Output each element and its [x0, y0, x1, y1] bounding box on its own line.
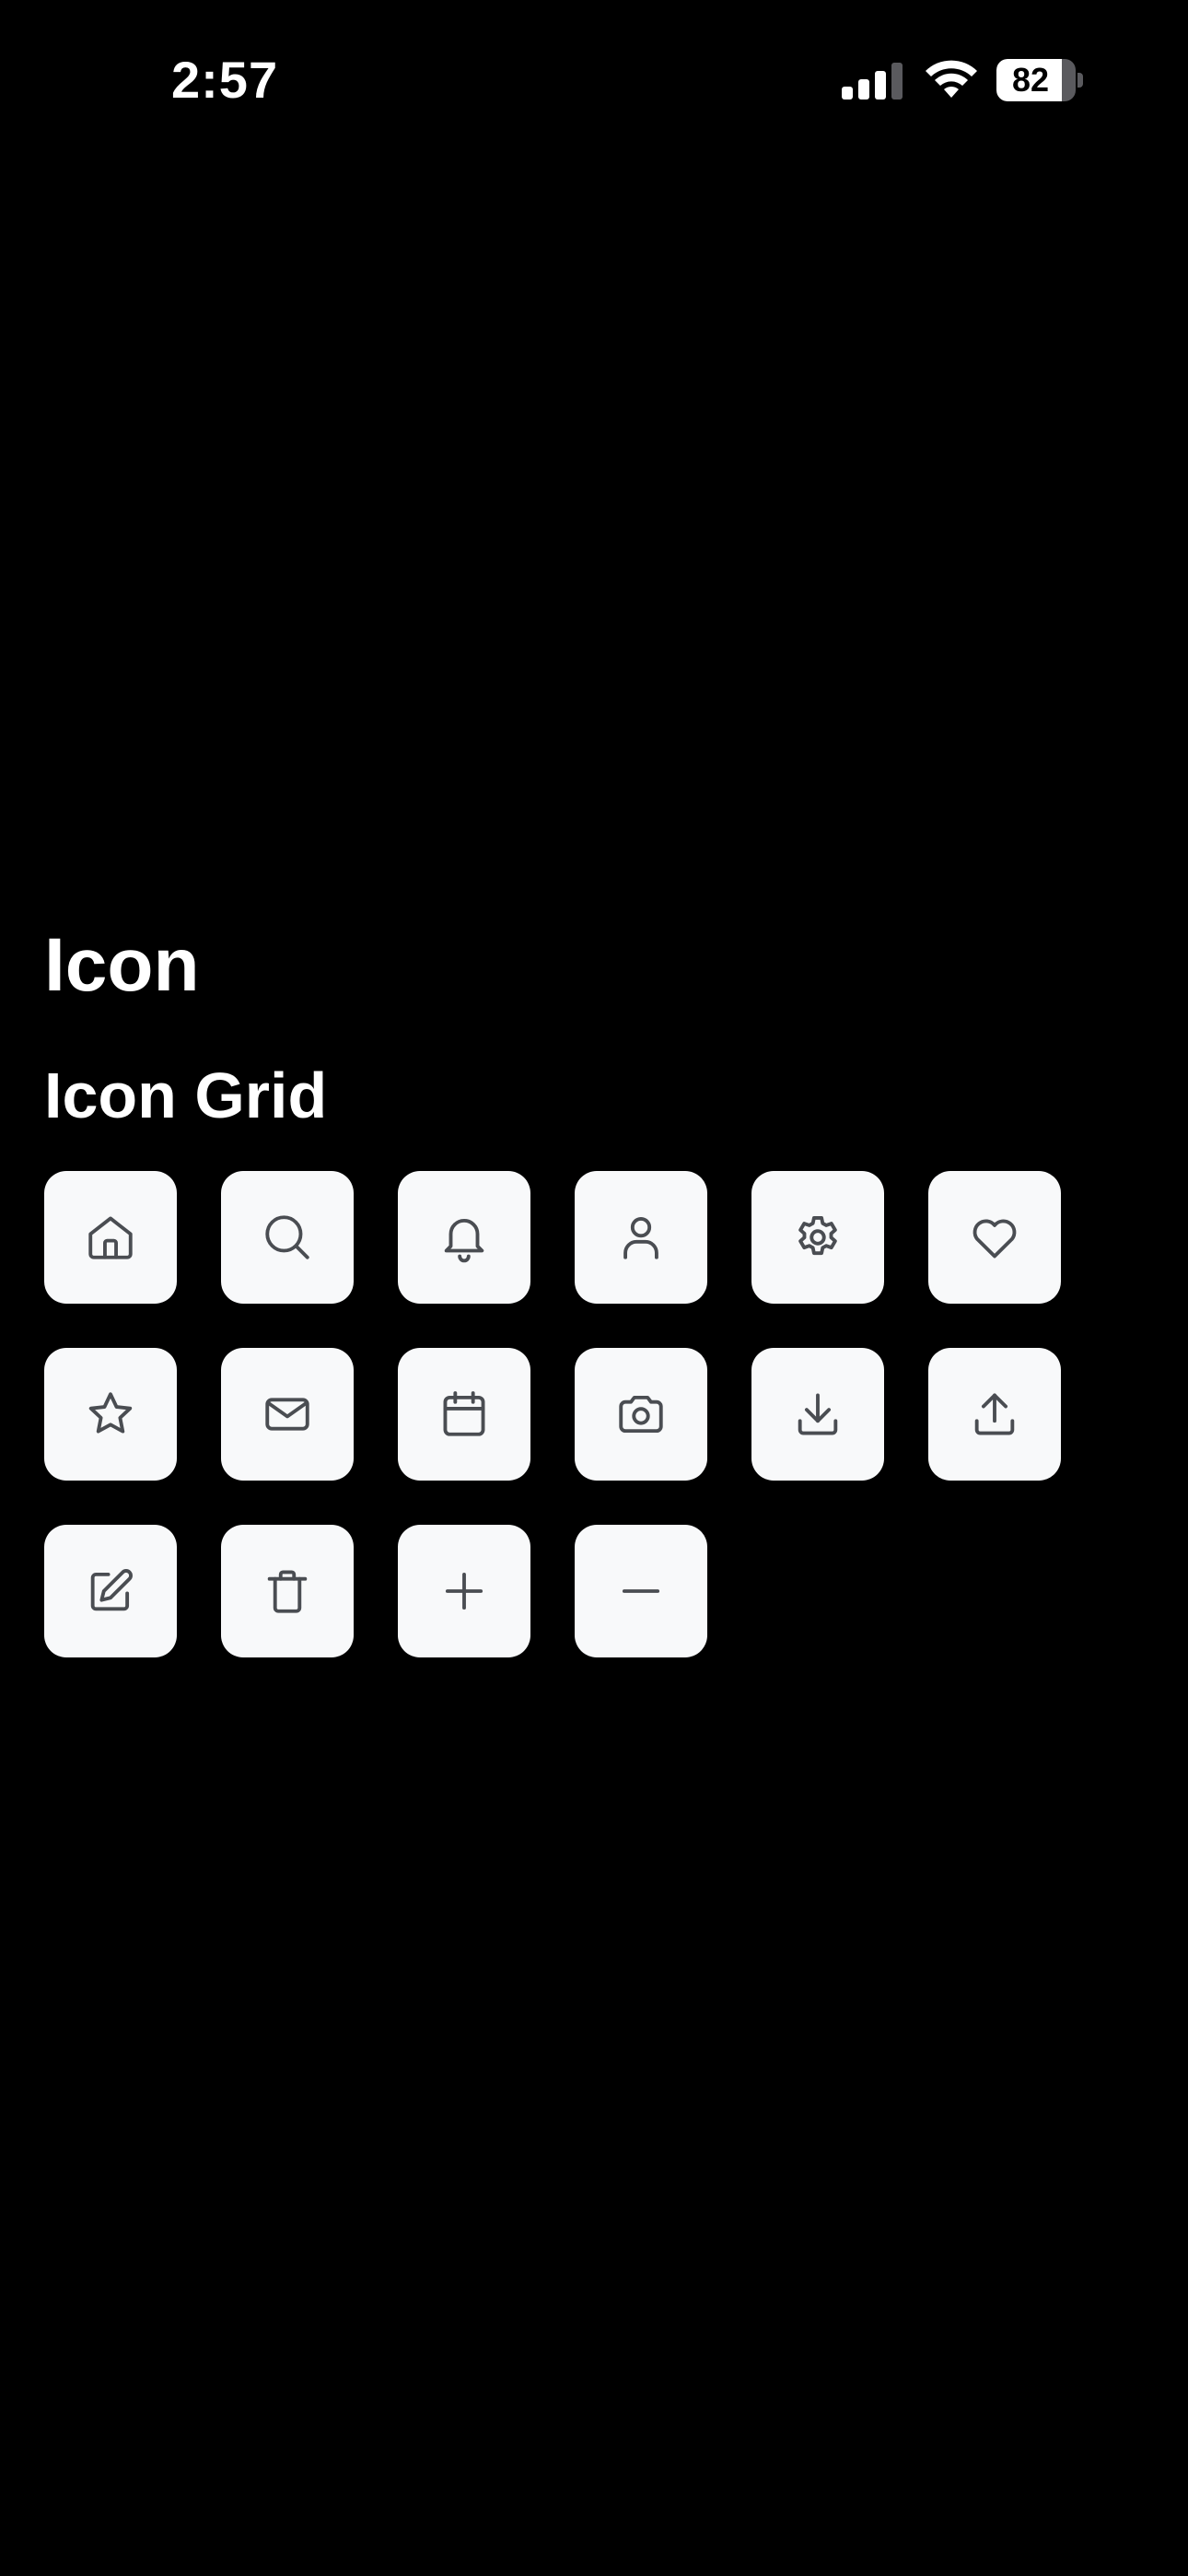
icon-tile-plus[interactable]: [398, 1525, 530, 1657]
icon-tile-search[interactable]: [221, 1171, 354, 1304]
gear-icon: [798, 1216, 837, 1256]
page-title: Icon: [44, 923, 200, 1007]
icon-tile-star[interactable]: [44, 1348, 177, 1481]
battery-body: 82: [996, 59, 1076, 101]
icon-tile-bell[interactable]: [398, 1171, 530, 1304]
section-title: Icon Grid: [44, 1060, 328, 1131]
heart-icon: [973, 1219, 1017, 1259]
mail-icon: [265, 1398, 309, 1431]
battery-indicator: 82: [996, 59, 1085, 101]
icon-grid: [44, 1171, 1061, 1657]
calendar-icon: [443, 1391, 485, 1436]
edit-icon: [90, 1569, 133, 1611]
icon-tile-edit[interactable]: [44, 1525, 177, 1657]
download-icon: [798, 1393, 838, 1435]
home-icon: [88, 1216, 133, 1259]
camera-icon: [619, 1395, 663, 1434]
status-time: 2:57: [171, 51, 279, 109]
icon-tile-calendar[interactable]: [398, 1348, 530, 1481]
bell-icon: [444, 1219, 484, 1263]
wifi-icon: [926, 60, 977, 98]
battery-tip: [1077, 73, 1083, 88]
icon-tile-download[interactable]: [751, 1348, 884, 1481]
icon-tile-user[interactable]: [575, 1171, 707, 1304]
battery-level: 82: [1011, 61, 1050, 99]
icon-tile-trash[interactable]: [221, 1525, 354, 1657]
cellular-signal-icon: [842, 63, 903, 100]
icon-tile-mail[interactable]: [221, 1348, 354, 1481]
star-icon: [88, 1392, 133, 1434]
icon-tile-minus[interactable]: [575, 1525, 707, 1657]
icon-tile-camera[interactable]: [575, 1348, 707, 1481]
minus-icon: [622, 1589, 660, 1593]
icon-tile-home[interactable]: [44, 1171, 177, 1304]
plus-icon: [445, 1572, 483, 1610]
icon-tile-upload[interactable]: [928, 1348, 1061, 1481]
status-bar: 2:57 82: [0, 0, 1188, 157]
icon-tile-heart[interactable]: [928, 1171, 1061, 1304]
trash-icon: [267, 1570, 308, 1613]
user-icon: [623, 1217, 658, 1259]
upload-icon: [974, 1393, 1015, 1435]
icon-tile-settings[interactable]: [751, 1171, 884, 1304]
search-icon: [265, 1215, 309, 1259]
